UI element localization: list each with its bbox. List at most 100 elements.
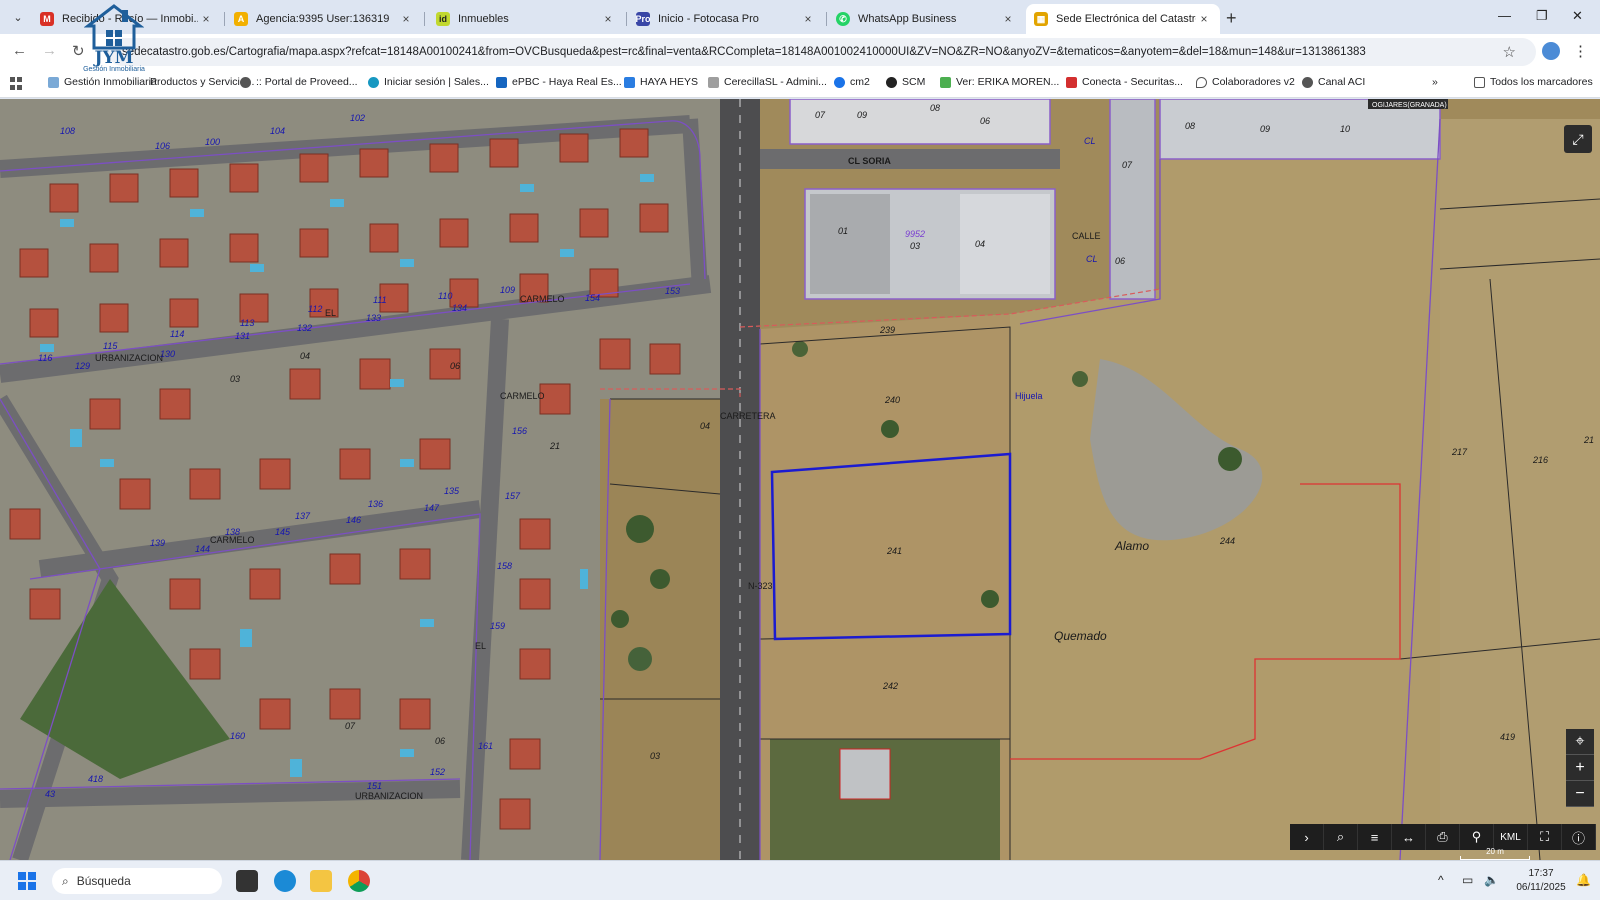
info-icon[interactable]: ⓘ xyxy=(1562,824,1596,850)
desktop: ⌄ M Recibido - Rocío — Inmobi... × A Age… xyxy=(0,0,1600,900)
bookmark-star-icon[interactable]: ☆ xyxy=(1503,43,1516,61)
svg-text:153: 153 xyxy=(665,286,680,296)
task-view-icon[interactable] xyxy=(236,870,258,892)
forward-icon[interactable]: → xyxy=(42,42,57,59)
search-icon[interactable]: ⌕ xyxy=(1324,824,1358,850)
tab-title: Sede Electrónica del Catastro - xyxy=(1056,13,1196,25)
taskbar-clock[interactable]: 17:37 06/11/2025 xyxy=(1514,867,1568,895)
window-close-icon[interactable]: ✕ xyxy=(1572,8,1583,24)
chevron-right-icon[interactable]: › xyxy=(1290,824,1324,850)
notification-bell-icon[interactable]: 🔔 xyxy=(1576,873,1591,887)
tab-separator xyxy=(826,12,827,26)
svg-text:113: 113 xyxy=(240,318,254,328)
bookmark-item[interactable]: Ver: ERIKA MOREN... xyxy=(940,76,1059,88)
globe-icon xyxy=(240,76,251,88)
bookmarks-bar: Gestión Inmobiliaria Productos y Servici… xyxy=(0,70,1600,98)
more-menu-icon[interactable]: ⋮ xyxy=(1573,42,1588,60)
layers-icon[interactable]: ≡ xyxy=(1358,824,1392,850)
locate-icon[interactable]: ⌖ xyxy=(1566,729,1594,755)
tab-whatsapp[interactable]: ✆ WhatsApp Business × xyxy=(828,4,1024,34)
haya-heys-icon xyxy=(624,76,635,88)
svg-text:100: 100 xyxy=(205,137,220,147)
bookmark-item[interactable]: CerecillaSL - Admini... xyxy=(708,76,827,88)
bookmark-item[interactable]: :: Portal de Proveed... xyxy=(240,76,358,88)
bookmark-item[interactable]: Conecta - Securitas... xyxy=(1066,76,1183,88)
close-icon[interactable]: × xyxy=(800,12,816,26)
svg-text:111: 111 xyxy=(373,295,387,305)
admin-icon xyxy=(708,76,719,88)
zoom-out-button[interactable]: − xyxy=(1566,781,1594,807)
bookmark-item[interactable]: Colaboradores v2 xyxy=(1196,76,1295,88)
close-icon[interactable]: × xyxy=(600,12,616,26)
all-bookmarks-folder[interactable]: Todos los marcadores xyxy=(1474,76,1593,88)
restore-icon[interactable]: ❐ xyxy=(1536,8,1548,24)
zoom-in-button[interactable]: + xyxy=(1566,755,1594,781)
overlay-icon[interactable]: ⛶ xyxy=(1528,824,1562,850)
tab-fotocasa[interactable]: Pro Inicio - Fotocasa Pro × xyxy=(628,4,824,34)
back-icon[interactable]: ← xyxy=(12,42,27,59)
file-explorer-icon[interactable] xyxy=(310,870,332,892)
tab-catastro[interactable]: ▦ Sede Electrónica del Catastro - × xyxy=(1026,4,1220,34)
address-bar[interactable]: sedecatastro.gob.es/Cartografia/mapa.asp… xyxy=(108,38,1536,66)
browser-toolbar: ← → ↻ sedecatastro.gob.es/Cartografia/ma… xyxy=(0,34,1600,70)
bookmark-label: Colaboradores v2 xyxy=(1212,76,1295,88)
windows-start-icon[interactable] xyxy=(18,872,36,890)
bookmark-item[interactable]: cm2 xyxy=(834,76,870,88)
tab-search-button[interactable]: ⌄ xyxy=(6,6,30,28)
close-icon[interactable]: × xyxy=(198,12,214,26)
bookmark-item[interactable]: Productos y Servicio... xyxy=(150,76,254,88)
svg-text:OGIJARES(GRANADA): OGIJARES(GRANADA) xyxy=(1372,102,1447,109)
idealista-icon: id xyxy=(436,12,450,26)
tray-chevron-icon[interactable]: ^ xyxy=(1438,873,1444,887)
securitas-icon xyxy=(1066,76,1077,88)
chrome-icon[interactable] xyxy=(348,870,370,892)
svg-text:03: 03 xyxy=(230,374,240,384)
bookmark-item[interactable]: Iniciar sesión | Sales... xyxy=(368,76,489,88)
windows-taskbar: ⌕ Búsqueda ^ ▭ 🔈 17:37 06/11/2025 🔔 xyxy=(0,860,1600,900)
print-icon[interactable]: ⎙ xyxy=(1426,824,1460,850)
tab-inmuebles[interactable]: id Inmuebles × xyxy=(428,4,624,34)
svg-text:114: 114 xyxy=(170,329,184,339)
svg-text:240: 240 xyxy=(884,395,900,405)
bookmark-item[interactable]: HAYA HEYS xyxy=(624,76,698,88)
jym-logo: JYM Gestión Inmobiliaria xyxy=(76,2,152,88)
measure-icon[interactable]: ↔ xyxy=(1392,824,1426,850)
svg-text:01: 01 xyxy=(838,226,848,236)
svg-text:241: 241 xyxy=(886,546,902,556)
fullscreen-icon[interactable]: ⤢ xyxy=(1564,125,1592,153)
aerial-map-canvas[interactable]: 07 090806 0103 04 070608 09 10 239240241242 … xyxy=(0,99,1600,860)
svg-text:102: 102 xyxy=(350,113,365,123)
svg-text:CL: CL xyxy=(1086,254,1098,264)
svg-text:216: 216 xyxy=(1532,455,1548,465)
svg-text:08: 08 xyxy=(930,103,940,113)
bookmark-item[interactable]: Canal ACI xyxy=(1302,76,1365,88)
new-tab-button[interactable]: + xyxy=(1226,8,1237,29)
close-icon[interactable]: × xyxy=(1196,12,1212,26)
svg-text:CARRETERA: CARRETERA xyxy=(720,411,776,421)
svg-text:URBANIZACION: URBANIZACION xyxy=(95,353,163,363)
bookmark-item[interactable]: ePBC - Haya Real Es... xyxy=(496,76,622,88)
svg-text:136: 136 xyxy=(368,499,383,509)
scm-icon xyxy=(886,76,897,88)
close-icon[interactable]: × xyxy=(1000,12,1016,26)
close-icon[interactable]: × xyxy=(398,12,414,26)
svg-text:110: 110 xyxy=(438,291,452,301)
catastro-map[interactable]: 07 09 08 06 01 03 04 07 06 08 09 10 239 240 241 242 … xyxy=(0,99,1600,860)
minimize-icon[interactable]: — xyxy=(1498,8,1511,23)
more-bookmarks-button[interactable]: » xyxy=(1432,76,1438,88)
volume-icon[interactable]: 🔈 xyxy=(1484,873,1499,887)
profile-avatar[interactable] xyxy=(1542,42,1560,60)
taskbar-search[interactable]: ⌕ Búsqueda xyxy=(52,868,222,894)
edge-icon[interactable] xyxy=(274,870,296,892)
svg-text:147: 147 xyxy=(424,503,440,513)
logo-brand: JYM xyxy=(94,48,134,68)
globe-icon xyxy=(1302,76,1313,88)
search-placeholder: Búsqueda xyxy=(76,874,131,888)
svg-text:43: 43 xyxy=(45,789,55,799)
tab-title: Inicio - Fotocasa Pro xyxy=(658,13,759,25)
tab-agencia[interactable]: A Agencia:9395 User:136319 × xyxy=(226,4,422,34)
bookmark-item[interactable]: SCM xyxy=(886,76,925,88)
svg-text:160: 160 xyxy=(230,731,245,741)
network-icon[interactable]: ▭ xyxy=(1462,873,1473,887)
apps-grid-icon[interactable] xyxy=(10,77,24,91)
